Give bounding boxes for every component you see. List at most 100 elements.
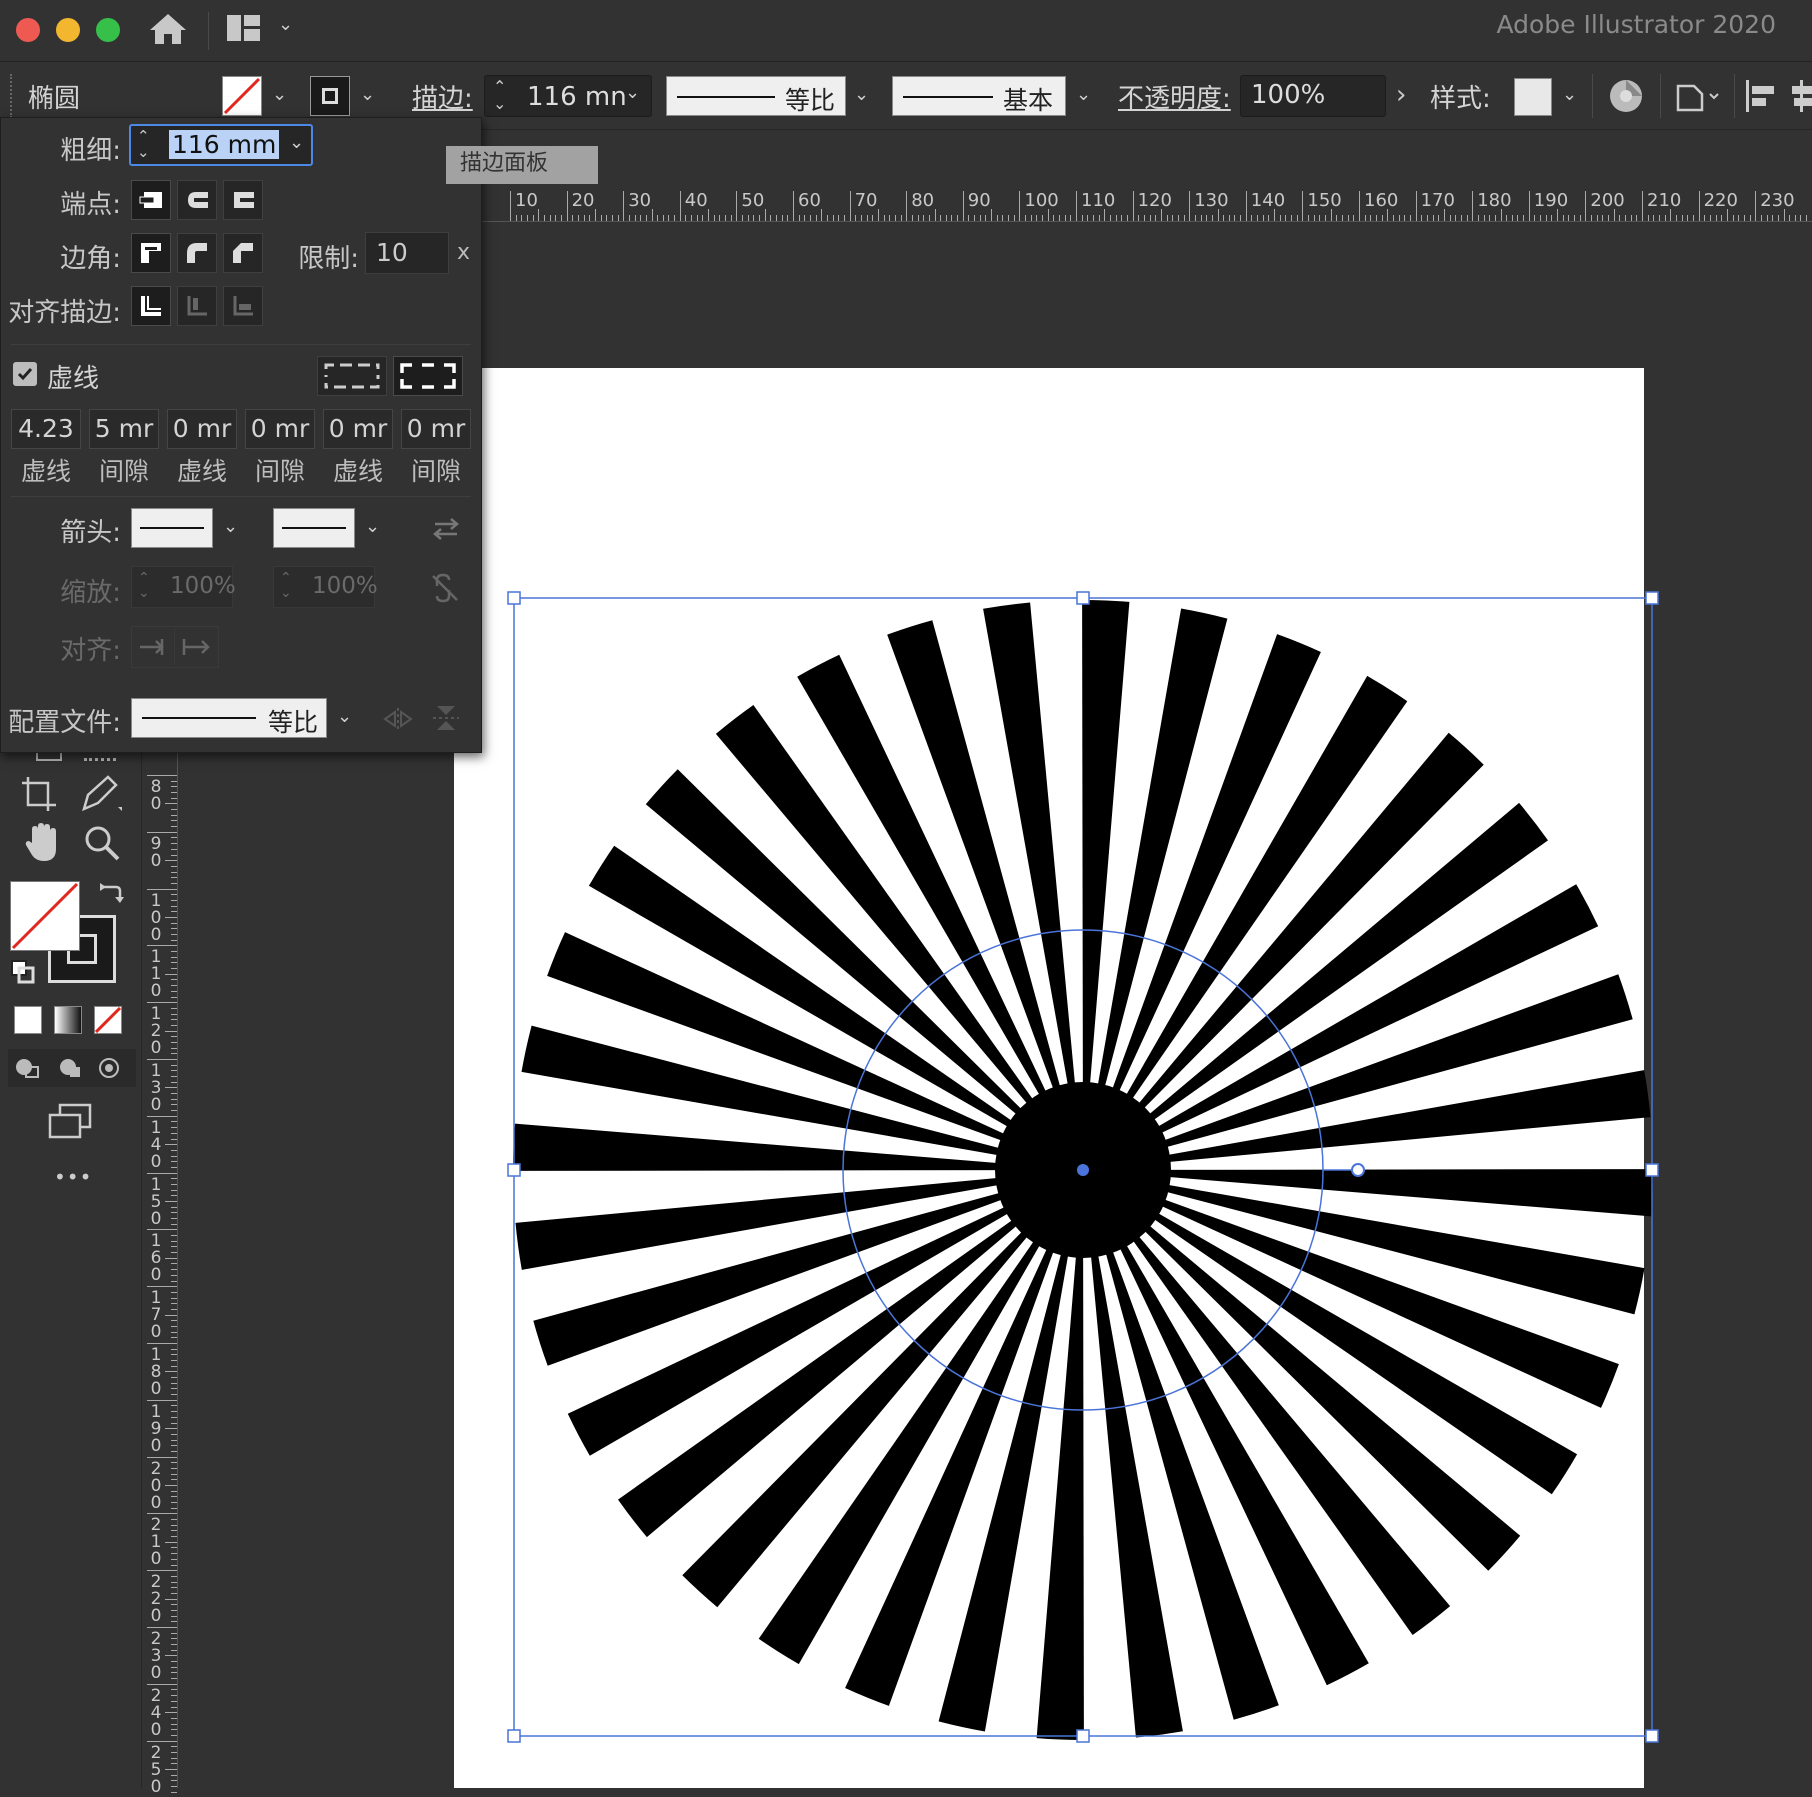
horizontal-ruler[interactable]: 10 20 30 40 50 60 70 80 90 100 110 120 130 140 150 160 1… <box>482 186 1812 222</box>
align-stroke-center-button[interactable] <box>131 286 171 326</box>
workspace-layout-icon[interactable] <box>226 14 262 46</box>
projecting-cap-button[interactable] <box>223 180 263 220</box>
dash-field-1[interactable]: 4.23 <box>11 409 81 449</box>
hand-tool-icon[interactable] <box>20 821 64 869</box>
swap-fill-stroke-icon[interactable] <box>98 881 124 911</box>
brush-chevron-icon[interactable]: ⌄ <box>1076 84 1091 105</box>
draw-normal-icon[interactable] <box>14 1055 42 1085</box>
ruler-minor-tick <box>171 1780 177 1782</box>
end-arrowhead-chevron-icon[interactable]: ⌄ <box>365 516 380 537</box>
profile-chevron-icon[interactable]: ⌄ <box>854 84 869 105</box>
fill-swatch[interactable] <box>222 76 262 116</box>
none-mode-icon[interactable] <box>94 1006 122 1034</box>
opacity-field[interactable]: 100% <box>1240 75 1386 117</box>
partial-tool-icon[interactable] <box>36 753 62 761</box>
opacity-value[interactable]: 100% <box>1251 80 1325 110</box>
opacity-link[interactable]: 不透明度: <box>1118 78 1231 115</box>
align-stroke-inside-button[interactable] <box>177 286 217 326</box>
variable-width-profile-dropdown[interactable]: 等比 <box>666 76 846 116</box>
bevel-join-button[interactable] <box>223 233 263 273</box>
flip-along-icon[interactable] <box>383 706 413 736</box>
gradient-mode-icon[interactable] <box>54 1006 82 1034</box>
link-scale-icon[interactable] <box>429 572 461 608</box>
start-arrowhead-dropdown[interactable] <box>131 508 213 548</box>
flip-across-icon[interactable] <box>431 704 461 736</box>
partial-tool-icon[interactable] <box>84 753 116 761</box>
default-fill-stroke-icon[interactable] <box>10 959 36 989</box>
miter-limit-value[interactable]: 10 <box>376 238 408 267</box>
end-scale-field[interactable]: ⌃ ⌄ 100% <box>273 566 378 608</box>
ruler-label: 230 <box>1760 190 1795 211</box>
profile-dropdown[interactable]: 等比 <box>131 698 327 738</box>
draw-behind-icon[interactable] <box>56 1055 84 1085</box>
close-window-button[interactable] <box>16 18 40 42</box>
artboard[interactable] <box>454 368 1644 1788</box>
home-icon[interactable] <box>148 12 188 50</box>
stroke-dropdown-chevron-icon[interactable]: ⌄ <box>360 84 375 105</box>
fill-color-swatch[interactable] <box>10 881 80 951</box>
miter-limit-field[interactable]: 10 <box>365 232 449 274</box>
artboard-tool-icon[interactable] <box>18 773 58 817</box>
ruler-minor-tick <box>657 215 659 221</box>
resize-handle[interactable] <box>1645 1163 1659 1177</box>
more-tools-icon[interactable]: ••• <box>54 1165 92 1189</box>
weight-chevron-icon[interactable]: ⌄ <box>289 132 304 153</box>
style-chevron-icon[interactable]: ⌄ <box>1562 84 1577 105</box>
start-arrowhead-chevron-icon[interactable]: ⌄ <box>223 516 238 537</box>
vertical-ruler[interactable]: 80 90 100 110 120 130 140 150 160 170 180 190 200 210… <box>142 753 178 1795</box>
profile-chevron-icon[interactable]: ⌄ <box>337 706 352 727</box>
screen-mode-icon[interactable] <box>46 1103 94 1143</box>
grip-handle[interactable] <box>10 74 13 118</box>
stroke-weight-chevron-icon[interactable]: ⌄ <box>625 82 640 103</box>
start-scale-field[interactable]: ⌃ ⌄ 100% <box>131 566 236 608</box>
align-left-icon[interactable] <box>1744 78 1778 118</box>
end-scale-value[interactable]: 100% <box>312 573 378 599</box>
ruler-minor-tick <box>1692 215 1694 221</box>
dash-preserve-exact-button[interactable] <box>317 356 387 396</box>
stepper-icon[interactable]: ⌃ ⌄ <box>493 78 506 112</box>
dash-field-2[interactable]: 0 mr <box>167 409 237 449</box>
resize-handle[interactable] <box>1645 591 1659 605</box>
arrow-tip-beyond-end-icon[interactable] <box>138 635 168 663</box>
chevron-down-icon[interactable]: ⌄ <box>278 14 293 35</box>
fill-dropdown-chevron-icon[interactable]: ⌄ <box>272 84 287 105</box>
stroke-link[interactable]: 描边: <box>412 78 473 115</box>
opacity-expand-icon[interactable]: › <box>1396 80 1406 110</box>
ruler-minor-tick <box>1206 215 1208 221</box>
zoom-window-button[interactable] <box>96 18 120 42</box>
butt-cap-button[interactable] <box>131 180 171 220</box>
recolor-artwork-icon[interactable] <box>1608 78 1644 118</box>
end-arrowhead-dropdown[interactable] <box>273 508 355 548</box>
weight-stepper-icon[interactable]: ⌃ ⌄ <box>137 128 150 160</box>
color-mode-icon[interactable] <box>14 1006 42 1034</box>
start-scale-value[interactable]: 100% <box>170 573 236 599</box>
gap-field-2[interactable]: 0 mr <box>245 409 315 449</box>
minimize-window-button[interactable] <box>56 18 80 42</box>
dash-align-corners-button[interactable] <box>393 356 463 396</box>
dash-label: 虚线 <box>332 457 383 486</box>
ruler-minor-tick <box>594 209 596 221</box>
weight-value[interactable]: 116 mm <box>169 130 280 159</box>
dash-field-3[interactable]: 0 mr <box>323 409 393 449</box>
round-join-button[interactable] <box>177 233 217 273</box>
zoom-tool-icon[interactable] <box>82 823 122 867</box>
round-cap-button[interactable] <box>177 180 217 220</box>
stroke-weight-value[interactable]: 116 mn <box>527 82 627 112</box>
pen-tool-icon[interactable] <box>80 773 124 817</box>
gap-field-1[interactable]: 5 mr <box>89 409 159 449</box>
weight-field[interactable]: ⌃ ⌄ 116 mm ⌄ <box>129 124 313 166</box>
stroke-weight-field[interactable]: ⌃ ⌄ 116 mn ⌄ <box>484 75 652 117</box>
align-stroke-outside-button[interactable] <box>223 286 263 326</box>
gap-field-3[interactable]: 0 mr <box>401 409 471 449</box>
arrow-tip-at-end-icon[interactable] <box>182 635 212 663</box>
resize-handle[interactable] <box>1645 1729 1659 1743</box>
style-swatch[interactable] <box>1514 78 1552 116</box>
miter-join-button[interactable] <box>131 233 171 273</box>
brush-definition-dropdown[interactable]: 基本 <box>892 76 1066 116</box>
swap-arrowheads-icon[interactable] <box>431 516 461 546</box>
transform-icon[interactable] <box>1672 78 1722 118</box>
align-center-icon[interactable] <box>1790 78 1812 118</box>
stroke-swatch[interactable] <box>310 76 350 116</box>
draw-inside-icon[interactable] <box>96 1055 122 1085</box>
dashed-line-checkbox[interactable] <box>13 362 37 386</box>
